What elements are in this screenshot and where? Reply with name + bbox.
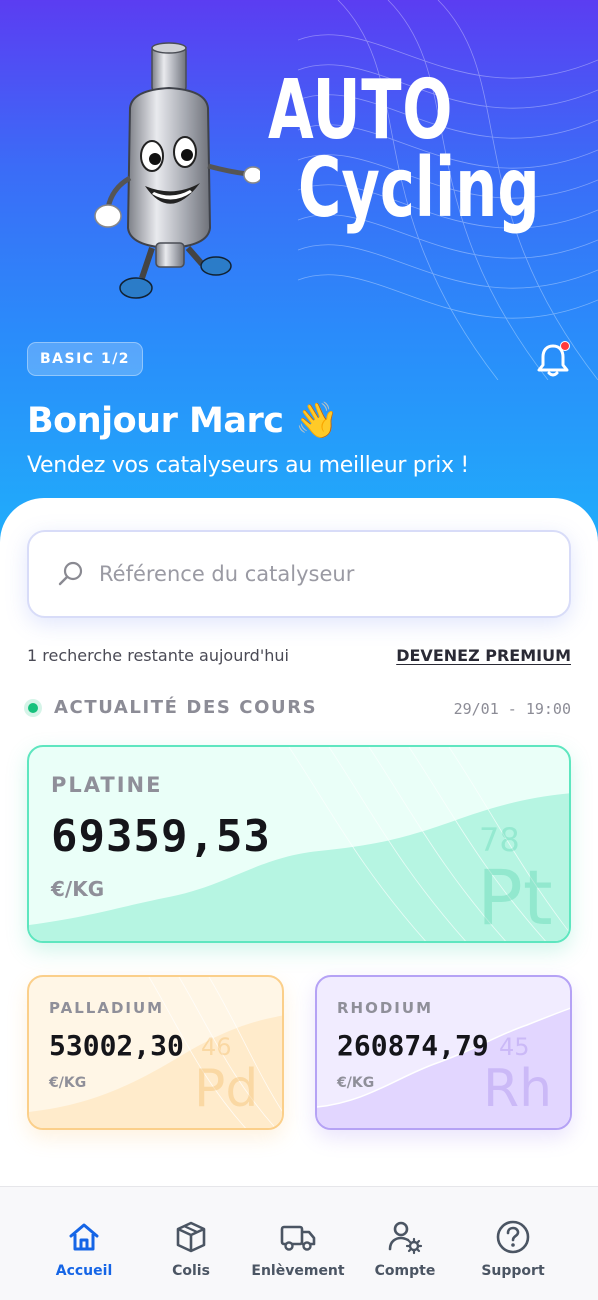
remaining-searches-text: 1 recherche restante aujourd'hui <box>27 646 289 665</box>
tab-support[interactable]: Support <box>458 1187 568 1300</box>
metal-name: PALLADIUM <box>49 999 165 1017</box>
brand-line-1: AUTO <box>268 63 454 158</box>
user-settings-icon <box>388 1221 423 1255</box>
tab-colis[interactable]: Colis <box>136 1187 246 1300</box>
live-status-dot <box>28 703 38 713</box>
tab-label: Accueil <box>55 1263 113 1279</box>
tab-accueil[interactable]: Accueil <box>29 1187 139 1300</box>
search-bar[interactable] <box>27 530 571 618</box>
metal-name: RHODIUM <box>337 999 433 1017</box>
help-icon <box>496 1220 530 1254</box>
metal-unit: €/KG <box>49 1075 87 1091</box>
truck-icon <box>280 1225 316 1251</box>
price-card-rhodium[interactable]: RHODIUM 45 Rh 260874,79 €/KG <box>315 975 572 1130</box>
metal-price: 53002,30 <box>49 1029 184 1062</box>
home-icon <box>69 1223 99 1251</box>
search-icon <box>58 561 83 586</box>
become-premium-link[interactable]: DEVENEZ PREMIUM <box>396 646 571 665</box>
metal-unit: €/KG <box>51 877 105 901</box>
tab-label: Compte <box>374 1263 436 1279</box>
bottom-tab-bar: Accueil Colis Enlèvement Compte Support <box>0 1186 598 1300</box>
tab-label: Colis <box>172 1263 210 1279</box>
package-icon <box>176 1221 206 1253</box>
tagline: Vendez vos catalyseurs au meilleur prix … <box>27 453 469 478</box>
price-card-palladium[interactable]: PALLADIUM 46 Pd 53002,30 €/KG <box>27 975 284 1130</box>
atomic-number: 45 <box>499 1033 530 1061</box>
metal-price: 69359,53 <box>51 811 271 862</box>
element-symbol: Rh <box>483 1059 553 1119</box>
tab-compte[interactable]: Compte <box>350 1187 460 1300</box>
prices-section-title: ACTUALITÉ DES COURS <box>54 697 318 718</box>
brand-logo: AUTO Cycling <box>268 63 598 236</box>
greeting-title: Bonjour Marc 👋 <box>27 401 339 441</box>
tab-label: Enlèvement <box>251 1263 345 1279</box>
metal-unit: €/KG <box>337 1075 375 1091</box>
tab-enlevement[interactable]: Enlèvement <box>243 1187 353 1300</box>
element-symbol: Pt <box>477 853 553 942</box>
tab-label: Support <box>481 1263 545 1279</box>
metal-price: 260874,79 <box>337 1029 489 1062</box>
prices-timestamp: 29/01 - 19:00 <box>453 700 571 718</box>
atomic-number: 46 <box>201 1033 232 1061</box>
notification-dot <box>560 341 570 351</box>
mascot-illustration <box>94 42 260 299</box>
price-card-platinum[interactable]: PLATINE 69359,53 €/KG 78 Pt <box>27 745 571 943</box>
metal-name: PLATINE <box>51 773 163 797</box>
brand-line-2: Cycling <box>298 140 540 236</box>
plan-badge[interactable]: BASIC 1/2 <box>27 342 144 376</box>
search-input[interactable] <box>99 562 519 586</box>
element-symbol: Pd <box>194 1059 259 1119</box>
